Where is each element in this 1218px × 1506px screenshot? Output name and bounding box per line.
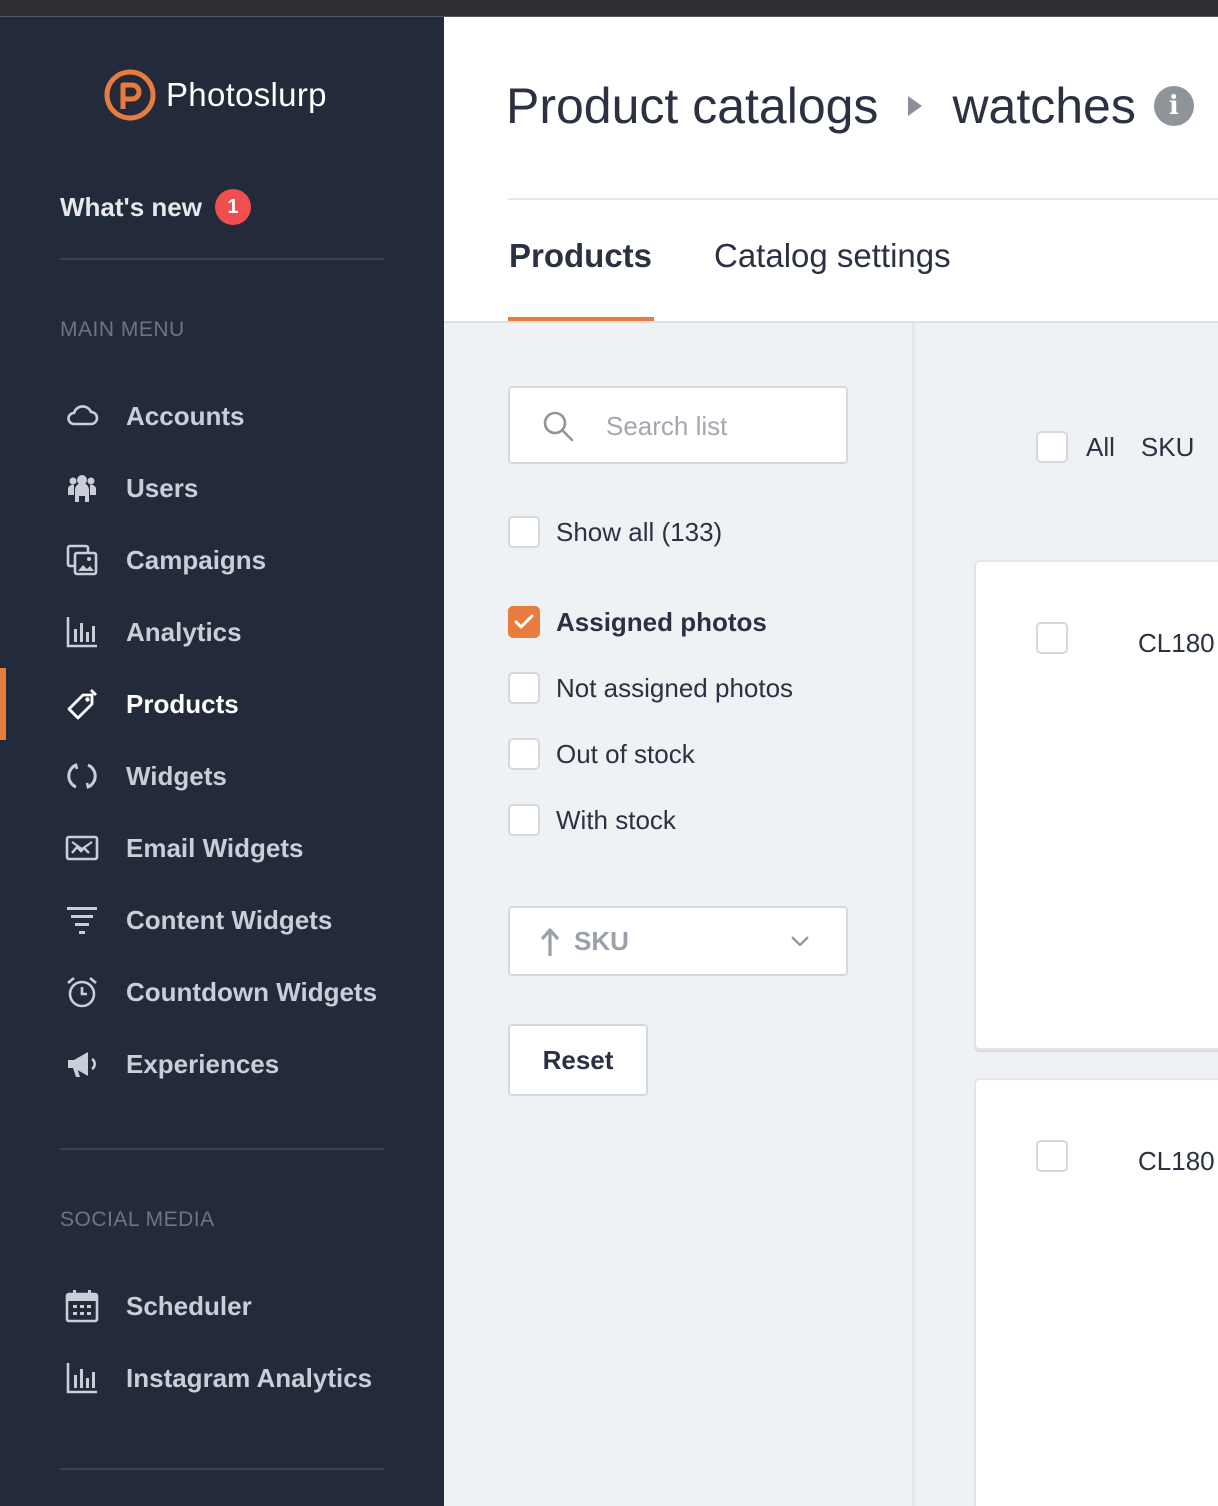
show-all-checkbox-row[interactable]: Show all (133) [508,516,722,548]
sidebar-item-experiences[interactable]: Experiences [0,1034,444,1094]
sidebar-item-instagram-analytics[interactable]: Instagram Analytics [0,1348,444,1408]
window-top-bar [0,0,1218,17]
caret-right-icon [908,96,923,116]
checkmark-icon [514,614,534,629]
sidebar-item-label: Scheduler [126,1290,252,1321]
sidebar-item-label: Campaigns [126,544,267,575]
sidebar-divider [60,1468,384,1470]
with-stock-checkbox-row[interactable]: With stock [508,804,676,836]
product-sku: CL180 [1138,1146,1215,1176]
sidebar-item-label: Countdown Widgets [126,976,378,1007]
product-checkbox[interactable] [1036,1140,1068,1172]
sidebar-item-accounts[interactable]: Accounts [0,386,444,446]
sidebar-item-email-widgets[interactable]: Email Widgets [0,818,444,878]
show-all-checkbox[interactable] [508,516,540,548]
search-box[interactable] [508,386,848,464]
main-menu-heading: MAIN MENU [60,318,185,341]
campaigns-icon [64,542,100,578]
sidebar-item-scheduler[interactable]: Scheduler [0,1276,444,1336]
arrow-up-icon [540,928,560,956]
show-all-label: Show all (133) [556,516,723,547]
social-media-heading: SOCIAL MEDIA [60,1208,215,1231]
megaphone-icon [64,1046,100,1082]
sidebar-item-label: Widgets [126,760,227,791]
photoslurp-logo-icon [104,69,156,121]
sidebar-item-label: Email Widgets [126,832,304,863]
not-assigned-photos-checkbox-row[interactable]: Not assigned photos [508,672,793,704]
widgets-icon [64,758,100,794]
sort-dropdown-value: SKU [574,925,629,956]
assigned-photos-checkbox[interactable] [508,606,540,638]
filter-icon [64,902,100,938]
page-header: Product catalogs watches i Products Cata… [444,17,1218,323]
sidebar-item-label: Analytics [126,616,242,647]
email-icon [64,830,100,866]
out-of-stock-label: Out of stock [556,738,695,769]
breadcrumb: Product catalogs watches i [506,77,1194,135]
calendar-icon [64,1288,100,1324]
reset-button[interactable]: Reset [508,1024,648,1096]
main-panel: Product catalogs watches i Products Cata… [444,17,1218,1506]
select-all-label: All [1086,431,1115,462]
breadcrumb-current-catalog: watches [952,78,1136,134]
cloud-icon [64,398,100,434]
sidebar-item-products[interactable]: Products [0,668,444,740]
sidebar-item-label: Users [126,472,199,503]
header-divider [508,198,1218,200]
sidebar-divider [60,258,384,260]
product-sku: CL180 [1138,628,1215,658]
not-assigned-photos-label: Not assigned photos [556,672,794,703]
column-separator [912,323,915,1506]
sidebar-item-label: Accounts [126,400,245,431]
brand-logo[interactable]: Photoslurp [104,69,327,121]
sidebar-item-label: Experiences [126,1048,280,1079]
product-checkbox[interactable] [1036,622,1068,654]
sidebar-item-countdown-widgets[interactable]: Countdown Widgets [0,962,444,1022]
product-card[interactable]: CL180 [974,1078,1218,1506]
assigned-photos-checkbox-row[interactable]: Assigned photos [508,606,767,638]
sidebar-item-label: Products [126,688,239,719]
whats-new-link[interactable]: What's new 1 [60,189,251,225]
product-card[interactable]: CL180 [974,560,1218,1050]
sku-column-header[interactable]: SKU [1141,432,1194,463]
not-assigned-photos-checkbox[interactable] [508,672,540,704]
out-of-stock-checkbox[interactable] [508,738,540,770]
sidebar: Photoslurp What's new 1 MAIN MENU Accoun… [0,17,444,1506]
assigned-photos-label: Assigned photos [556,606,767,637]
tab-products[interactable]: Products [509,237,652,275]
tab-catalog-settings[interactable]: Catalog settings [714,237,951,275]
sidebar-item-widgets[interactable]: Widgets [0,746,444,806]
sidebar-item-analytics[interactable]: Analytics [0,602,444,662]
tag-icon [64,686,100,722]
out-of-stock-checkbox-row[interactable]: Out of stock [508,738,695,770]
sidebar-divider [60,1148,384,1150]
sidebar-item-content-widgets[interactable]: Content Widgets [0,890,444,950]
bar-chart-icon [64,1360,100,1396]
list-header: All SKU [1036,431,1194,463]
chevron-down-icon [791,936,809,947]
content-area: Show all (133) Assigned photos Not assig… [444,323,1218,1506]
with-stock-label: With stock [556,804,676,835]
breadcrumb-product-catalogs[interactable]: Product catalogs [506,77,878,135]
sidebar-item-users[interactable]: Users [0,458,444,518]
alarm-clock-icon [64,974,100,1010]
users-icon [64,470,100,506]
search-icon [543,411,574,442]
bar-chart-icon [64,614,100,650]
with-stock-checkbox[interactable] [508,804,540,836]
search-input[interactable] [606,404,836,448]
select-all-checkbox[interactable] [1036,431,1068,463]
sidebar-item-campaigns[interactable]: Campaigns [0,530,444,590]
sort-dropdown[interactable]: SKU [508,906,848,976]
sidebar-item-label: Instagram Analytics [126,1362,373,1393]
info-icon[interactable]: i [1153,86,1194,126]
brand-name: Photoslurp [166,76,327,113]
whats-new-label: What's new [60,191,202,222]
sidebar-item-label: Content Widgets [126,904,333,935]
whats-new-badge: 1 [214,189,251,225]
